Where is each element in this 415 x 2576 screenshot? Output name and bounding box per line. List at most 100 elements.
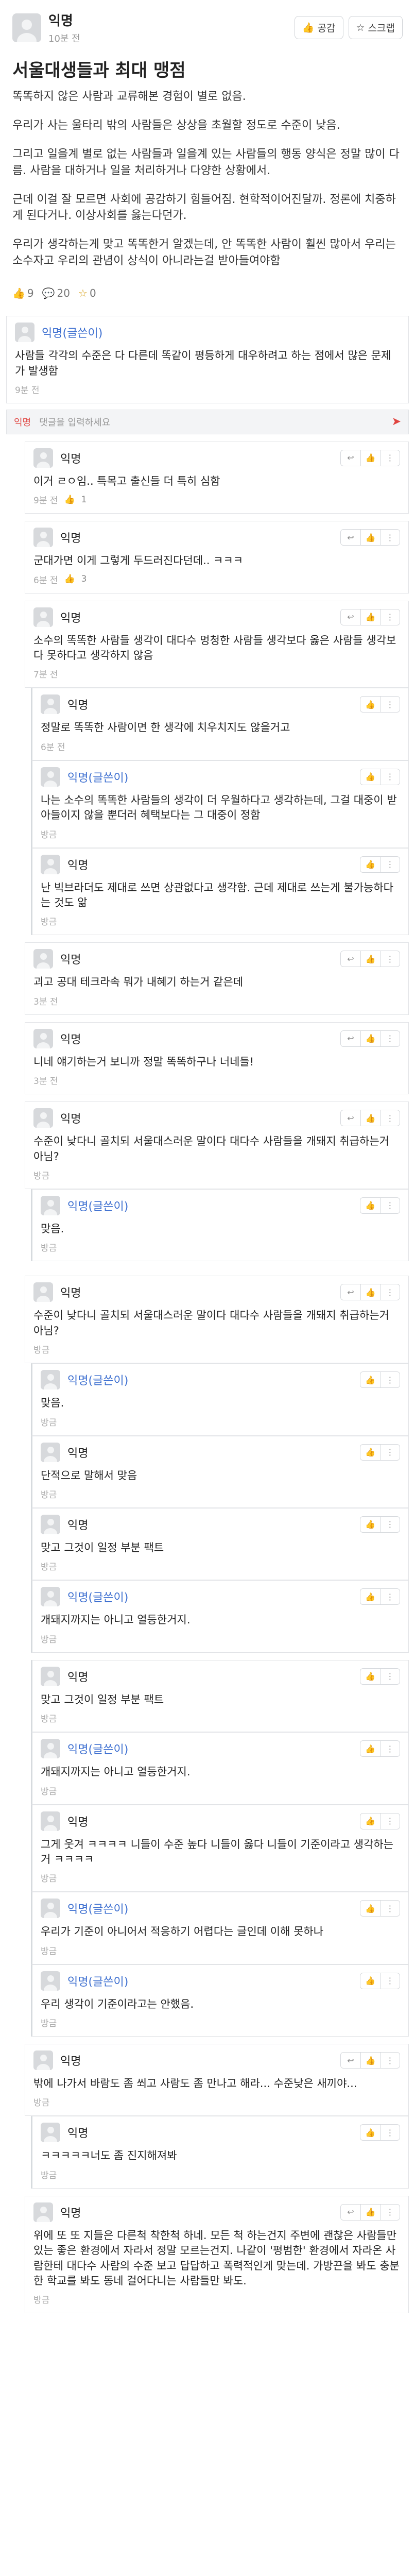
more-icon[interactable]: ⋮: [380, 450, 400, 466]
more-icon[interactable]: ⋮: [380, 1110, 400, 1126]
more-icon[interactable]: ⋮: [380, 697, 400, 713]
avatar: [41, 1899, 60, 1919]
post-paragraph: 우리가 생각하는게 맞고 똑똑한거 알겠는데, 안 똑똑한 사람이 훨씬 많아서…: [12, 238, 396, 268]
reply-icon[interactable]: ↩: [341, 951, 360, 967]
comment-author: 익명: [67, 1816, 89, 1829]
reply-icon[interactable]: ↩: [341, 1284, 360, 1300]
post-header: 익명 10분 전 👍 공감 ☆ 스크랩: [0, 0, 415, 50]
thumbs-up-icon[interactable]: 👍: [360, 1589, 380, 1604]
comment-actions: 👍 ⋮: [360, 1197, 400, 1214]
thumbs-up-icon[interactable]: 👍: [360, 697, 380, 712]
comment-input[interactable]: 댓글을 입력하세요: [39, 415, 391, 429]
scrap-button[interactable]: ☆ 스크랩: [348, 16, 403, 39]
comment-time: 9분 전: [15, 385, 40, 396]
reply-icon[interactable]: ↩: [341, 530, 360, 545]
more-icon[interactable]: ⋮: [380, 1973, 400, 1989]
comment-input-bar[interactable]: 익명 댓글을 입력하세요 ➤: [6, 409, 409, 434]
comment-actions: ↩ 👍 ⋮: [340, 529, 400, 546]
more-icon[interactable]: ⋮: [380, 1589, 400, 1605]
more-icon[interactable]: ⋮: [380, 609, 400, 625]
more-icon[interactable]: ⋮: [380, 1030, 400, 1046]
comment-actions: 👍 ⋮: [360, 1900, 400, 1917]
comment-actions: 👍 ⋮: [360, 2124, 400, 2141]
anonymous-toggle[interactable]: 익명: [14, 415, 31, 429]
comment-time: 6분 전: [41, 742, 65, 753]
thumbs-up-icon[interactable]: 👍: [360, 1973, 380, 1989]
thumbs-up-icon[interactable]: 👍: [360, 1372, 380, 1387]
comment-text: 수준이 낮다니 골치되 서울대스러운 말이다 대다수 사람들을 개돼지 취급하는…: [33, 1135, 389, 1163]
more-icon[interactable]: ⋮: [380, 1444, 400, 1460]
avatar: [41, 767, 60, 787]
comment-author: 익명: [60, 2055, 81, 2069]
reply-icon[interactable]: ↩: [341, 609, 360, 625]
comment-actions: ↩ 👍 ⋮: [340, 2052, 400, 2069]
comment: 익명 ↩ 👍 ⋮ 수준이 낮다니 골치되 서울대스러운 말이다 대다수 사람들을 개…: [25, 1101, 409, 1189]
avatar: [33, 1028, 53, 1048]
thumbs-up-icon[interactable]: 👍: [360, 951, 380, 967]
comment-author: 익명: [67, 859, 89, 872]
comment-actions: 👍 ⋮: [360, 1740, 400, 1757]
comment-time: 방금: [33, 1171, 50, 1181]
comment-actions: 👍 ⋮: [360, 1444, 400, 1461]
comment-author: 익명: [60, 1113, 81, 1126]
thumbs-up-icon[interactable]: 👍: [360, 769, 380, 785]
more-icon[interactable]: ⋮: [380, 769, 400, 785]
thumbs-up-icon[interactable]: 👍: [360, 1198, 380, 1213]
reply: 익명(글쓴이) 👍 ⋮ 나는 소수의 똑똑한 사람들의 생각이 더 우월하다고 생…: [31, 760, 409, 848]
thumbs-up-icon[interactable]: 👍: [360, 1901, 380, 1916]
thumbs-up-icon[interactable]: 👍: [360, 1284, 380, 1300]
reply: 익명 👍 ⋮ 정말로 똑똑한 사람이면 한 생각에 치우치지도 않을거고 6분 전: [31, 688, 409, 760]
thumbs-up-icon[interactable]: 👍: [360, 2125, 380, 2140]
avatar: [33, 1108, 53, 1128]
more-icon[interactable]: ⋮: [380, 1741, 400, 1757]
reply: 익명 👍 ⋮ 맞고 그것이 일정 부분 팩트 방금: [31, 1659, 409, 1733]
comment-text: 단적으로 말해서 맞음: [41, 1469, 137, 1482]
comment-author: 익명: [67, 1519, 89, 1532]
thumbs-up-icon[interactable]: 👍: [360, 1669, 380, 1684]
comment-time: 방금: [41, 1243, 57, 1254]
thumbs-up-icon[interactable]: 👍: [360, 1030, 380, 1046]
more-icon[interactable]: ⋮: [380, 1516, 400, 1532]
reply-icon[interactable]: ↩: [341, 2053, 360, 2068]
reply-icon[interactable]: ↩: [341, 1031, 360, 1046]
thumbs-up-icon[interactable]: 👍: [360, 1814, 380, 1829]
comment: 익명 ↩ 👍 ⋮ 이거 ㄹㅇ임.. 특목고 출신들 더 특히 심함 9분 전 👍 1: [25, 441, 409, 514]
thumbs-up-icon[interactable]: 👍: [360, 450, 380, 466]
thumbs-up-icon[interactable]: 👍: [360, 2053, 380, 2069]
avatar: [33, 2050, 53, 2071]
reply-icon[interactable]: ↩: [341, 450, 360, 466]
comment-author: 익명: [67, 1671, 89, 1684]
more-icon[interactable]: ⋮: [380, 856, 400, 872]
send-icon[interactable]: ➤: [392, 415, 401, 428]
thumbs-up-icon[interactable]: 👍: [360, 1445, 380, 1460]
comment-likes: 3: [81, 574, 87, 585]
like-button[interactable]: 👍 공감: [294, 16, 343, 39]
reply-icon[interactable]: ↩: [341, 1110, 360, 1126]
more-icon[interactable]: ⋮: [380, 2204, 400, 2220]
avatar: [41, 694, 60, 715]
thumbs-up-icon[interactable]: 👍: [360, 857, 380, 872]
more-icon[interactable]: ⋮: [380, 951, 400, 967]
author-block: 익명 10분 전: [48, 10, 289, 45]
thumbs-up-icon[interactable]: 👍: [360, 2204, 380, 2220]
more-icon[interactable]: ⋮: [380, 1901, 400, 1917]
more-icon[interactable]: ⋮: [380, 1813, 400, 1829]
thumbs-up-icon[interactable]: 👍: [360, 609, 380, 625]
comment-text: 개돼지까지는 아니고 열등한거지.: [41, 1614, 191, 1626]
avatar: [41, 1666, 60, 1686]
more-icon[interactable]: ⋮: [380, 530, 400, 546]
more-icon[interactable]: ⋮: [380, 1197, 400, 1213]
more-icon[interactable]: ⋮: [380, 2053, 400, 2069]
thumbs-up-icon[interactable]: 👍: [360, 530, 380, 546]
thumbs-up-icon[interactable]: 👍: [360, 1110, 380, 1126]
more-icon[interactable]: ⋮: [380, 2125, 400, 2141]
comment-count: 💬 20: [42, 287, 70, 300]
thumbs-up-icon[interactable]: 👍: [360, 1517, 380, 1532]
more-icon[interactable]: ⋮: [380, 1372, 400, 1388]
more-icon[interactable]: ⋮: [380, 1284, 400, 1300]
comment-actions: ↩ 👍 ⋮: [340, 951, 400, 968]
thumbs-up-icon[interactable]: 👍: [360, 1741, 380, 1756]
reply-icon[interactable]: ↩: [341, 2205, 360, 2220]
more-icon[interactable]: ⋮: [380, 1668, 400, 1684]
post-author: 익명: [48, 13, 73, 29]
